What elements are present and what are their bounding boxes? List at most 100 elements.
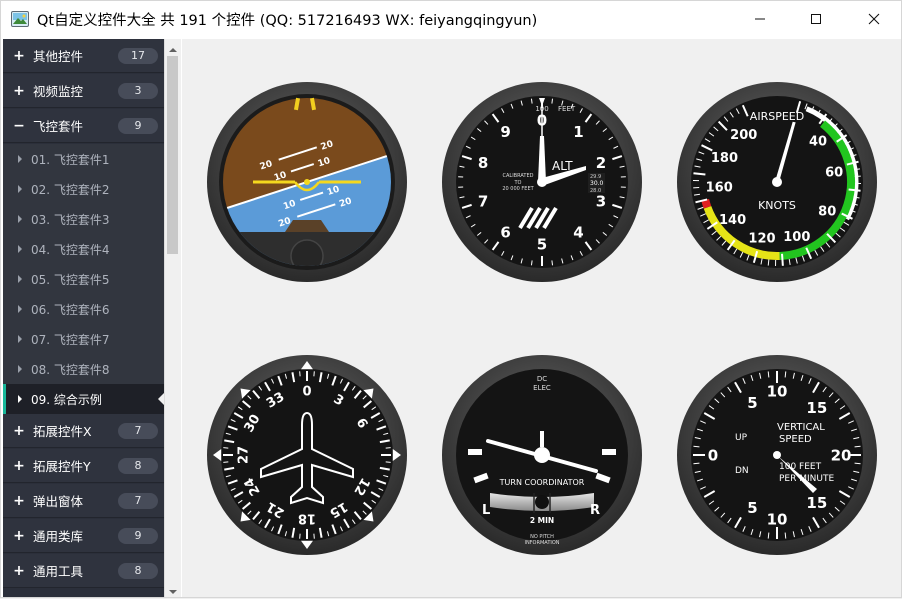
speed-range-arc (705, 200, 707, 207)
nav-item-flight-2[interactable]: 02. 飞控套件2 (3, 174, 164, 204)
dial-number: 0 (708, 446, 718, 464)
sidebar-scrollbar[interactable] (164, 39, 181, 597)
nav-group-label: 通用工具 (33, 561, 118, 580)
nav-group-ext-y[interactable]: + 拓展控件Y 8 (3, 449, 164, 483)
dial-number: 120 (748, 232, 775, 247)
nav-group-flight[interactable]: − 飞控套件 9 (3, 109, 164, 143)
dial-number: 5 (747, 499, 757, 517)
turn-right-label: R (590, 503, 600, 518)
dial-number: 0 (302, 385, 311, 400)
scroll-up-button[interactable] (165, 39, 181, 55)
dial-tick (855, 446, 861, 447)
dial-number: 160 (706, 181, 733, 196)
nav-item-flight-7[interactable]: 07. 飞控套件7 (3, 324, 164, 354)
airspeed-title: AIRSPEED (750, 110, 804, 123)
dial-number: 80 (818, 205, 836, 220)
gauge-panel: 20 20 10 10 10 10 20 20 (182, 39, 901, 597)
image-icon (11, 11, 29, 27)
nav-item-flight-1[interactable]: 01. 飞控套件1 (3, 144, 164, 174)
nav-item-label: 07. 飞控套件7 (31, 331, 110, 348)
nav-group-video[interactable]: + 视频监控 3 (3, 74, 164, 108)
calibrated-text: CALIBRATED (503, 173, 534, 179)
dial-number: 140 (719, 213, 746, 228)
nav-group-other[interactable]: + 其他控件 17 (3, 39, 164, 73)
dial-number: 10 (767, 382, 788, 400)
close-button[interactable] (851, 1, 897, 37)
nav-group-ext-x[interactable]: + 拓展控件X 7 (3, 414, 164, 448)
scroll-thumb[interactable] (167, 56, 178, 254)
chevron-right-icon (18, 395, 22, 403)
nav-item-flight-3[interactable]: 03. 飞控套件3 (3, 204, 164, 234)
nav-sidebar: + 其他控件 17 + 视频监控 3 − 飞控套件 9 01. 飞控套件1 02… (3, 39, 164, 597)
nav-item-label: 01. 飞控套件1 (31, 151, 110, 168)
expand-icon: + (12, 563, 26, 579)
dial-number: 1 (573, 123, 583, 141)
nav-group-label: 拓展控件Y (33, 456, 118, 475)
dial-tick (531, 99, 532, 104)
chevron-right-icon (18, 335, 22, 343)
nav-item-label: 09. 综合示例 (31, 391, 102, 408)
nav-group-library[interactable]: + 通用类库 9 (3, 519, 164, 553)
scroll-down-button[interactable] (165, 581, 181, 597)
alt-unit-label: FEET (558, 105, 576, 113)
minimize-button[interactable] (737, 1, 783, 37)
nav-item-flight-4[interactable]: 04. 飞控套件4 (3, 234, 164, 264)
expand-icon: + (12, 458, 26, 474)
nav-item-flight-6[interactable]: 06. 飞控套件6 (3, 294, 164, 324)
count-badge: 7 (118, 493, 158, 509)
altimeter: 0123456789 100 FEET ALT CALIBRATED TO 20… (440, 80, 644, 284)
vertical-speed-indicator: 5101520151050 UP DN VERTICAL SPEED 100 F… (675, 353, 879, 557)
dial-number: 4 (573, 224, 583, 242)
dial-number: 2 (596, 154, 606, 172)
vsi-dn-label: DN (735, 466, 749, 476)
nav-item-label: 02. 飞控套件2 (31, 181, 110, 198)
kollsman-value: 28.0 (590, 188, 601, 194)
expand-icon: + (12, 528, 26, 544)
nav-group-popup[interactable]: + 弹出窗体 7 (3, 484, 164, 518)
maximize-button[interactable] (793, 1, 839, 37)
airspeed-unit: KNOTS (758, 199, 796, 212)
dial-tick (552, 99, 553, 104)
turn-min-label: 2 MIN (530, 516, 554, 525)
count-badge: 9 (118, 118, 158, 134)
nav-group-label: 拓展控件X (33, 421, 118, 440)
chevron-right-icon (18, 155, 22, 163)
kollsman-value: 30.0 (590, 180, 604, 187)
nav-item-flight-5[interactable]: 05. 飞控套件5 (3, 264, 164, 294)
arrow-up-icon (169, 38, 177, 57)
dial-number: 200 (730, 128, 757, 143)
nav-group-tools[interactable]: + 通用工具 8 (3, 554, 164, 588)
dial-number: 15 (806, 494, 827, 512)
count-badge: 9 (118, 528, 158, 544)
active-indicator (3, 384, 6, 414)
dial-tick (768, 533, 769, 539)
dial-tick (855, 463, 861, 464)
nav-item-flight-8[interactable]: 08. 飞控套件8 (3, 354, 164, 384)
dial-tick (552, 260, 553, 265)
dial-number: 9 (500, 123, 510, 141)
dial-number: 7 (478, 193, 488, 211)
title-bar[interactable]: Qt自定义控件大全 共 191 个控件 (QQ: 517216493 WX: f… (1, 1, 901, 37)
chevron-right-icon (18, 245, 22, 253)
expand-icon: + (12, 48, 26, 64)
dial-number: 18 (298, 510, 316, 525)
vsi-title: SPEED (779, 434, 812, 445)
dial-number: 40 (809, 135, 827, 150)
app-window: Qt自定义控件大全 共 191 个控件 (QQ: 517216493 WX: f… (0, 0, 902, 598)
dial-number: 27 (237, 446, 252, 464)
turn-top-label: DC (537, 375, 547, 383)
airspeed-indicator: 406080100120140160180200 AIRSPEED KNOTS (675, 80, 879, 284)
turn-coordinator: DC ELEC TURN COORDINATOR L R 2 MIN NO PI… (440, 353, 644, 557)
nav-item-label: 08. 飞控套件8 (31, 361, 110, 378)
arrow-down-icon (169, 580, 177, 599)
vsi-title: VERTICAL (777, 422, 825, 433)
expand-icon: + (12, 423, 26, 439)
dial-tick (531, 260, 532, 265)
dial-number: 60 (825, 166, 843, 181)
collapse-icon: − (12, 118, 26, 134)
dial-number: 180 (711, 151, 738, 166)
dial-number: 5 (747, 394, 757, 412)
dial-number: 20 (831, 446, 852, 464)
nav-item-demo-active[interactable]: 09. 综合示例 (3, 384, 164, 414)
dial-tick (768, 371, 769, 377)
